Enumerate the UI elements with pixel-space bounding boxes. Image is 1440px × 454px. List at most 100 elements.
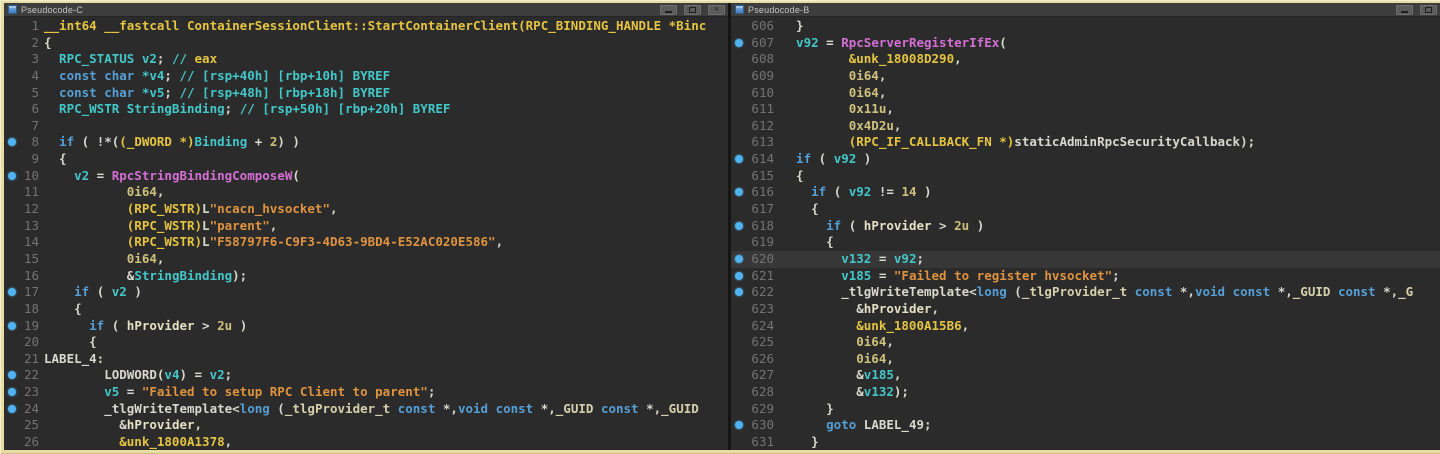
code-line[interactable]: 10 v2 = RpcStringBindingComposeW(	[4, 168, 728, 185]
breakpoint-dot[interactable]	[4, 284, 20, 301]
code-area[interactable]: 1__int64 __fastcall ContainerSessionClie…	[4, 17, 728, 450]
code-line[interactable]: 25 &hProvider,	[4, 417, 728, 434]
code-line[interactable]: 24 _tlgWriteTemplate<long (_tlgProvider_…	[4, 401, 728, 418]
code-line[interactable]: 20 {	[4, 334, 728, 351]
breakpoint-gutter[interactable]	[731, 101, 747, 118]
pane-title-bar[interactable]: Pseudocode-C	[4, 3, 728, 17]
breakpoint-gutter[interactable]	[4, 351, 20, 368]
code-line[interactable]: 628 &v132);	[731, 384, 1440, 401]
code-line[interactable]: 23 v5 = "Failed to setup RPC Client to p…	[4, 384, 728, 401]
code-line[interactable]: 608 &unk_18008D290,	[731, 51, 1440, 68]
breakpoint-gutter[interactable]	[731, 384, 747, 401]
breakpoint-dot[interactable]	[731, 268, 747, 285]
breakpoint-gutter[interactable]	[4, 417, 20, 434]
code-line[interactable]: 620 v132 = v92;	[731, 251, 1440, 268]
code-line[interactable]: 617 {	[731, 201, 1440, 218]
pane-title-bar[interactable]: Pseudocode-B	[731, 3, 1440, 17]
breakpoint-gutter[interactable]	[4, 434, 20, 450]
breakpoint-gutter[interactable]	[731, 118, 747, 135]
breakpoint-gutter[interactable]	[4, 85, 20, 102]
code-line[interactable]: 19 if ( hProvider > 2u )	[4, 318, 728, 335]
breakpoint-gutter[interactable]	[4, 234, 20, 251]
code-line[interactable]: 606 }	[731, 18, 1440, 35]
breakpoint-dot[interactable]	[4, 318, 20, 335]
code-line[interactable]: 626 0i64,	[731, 351, 1440, 368]
breakpoint-gutter[interactable]	[731, 134, 747, 151]
breakpoint-gutter[interactable]	[731, 18, 747, 35]
breakpoint-gutter[interactable]	[4, 18, 20, 35]
breakpoint-gutter[interactable]	[4, 68, 20, 85]
minimize-icon[interactable]	[660, 5, 677, 15]
code-line[interactable]: 612 0x4D2u,	[731, 118, 1440, 135]
code-line[interactable]: 12 (RPC_WSTR)L"ncacn_hvsocket",	[4, 201, 728, 218]
breakpoint-gutter[interactable]	[731, 301, 747, 318]
breakpoint-gutter[interactable]	[731, 51, 747, 68]
code-line[interactable]: 630 goto LABEL_49;	[731, 417, 1440, 434]
breakpoint-gutter[interactable]	[4, 218, 20, 235]
code-line[interactable]: 610 0i64,	[731, 85, 1440, 102]
breakpoint-dot[interactable]	[4, 168, 20, 185]
breakpoint-gutter[interactable]	[4, 201, 20, 218]
breakpoint-gutter[interactable]	[731, 318, 747, 335]
breakpoint-gutter[interactable]	[4, 251, 20, 268]
code-line[interactable]: 22 LODWORD(v4) = v2;	[4, 367, 728, 384]
code-line[interactable]: 619 {	[731, 234, 1440, 251]
code-line[interactable]: 609 0i64,	[731, 68, 1440, 85]
code-line[interactable]: 622 _tlgWriteTemplate<long (_tlgProvider…	[731, 284, 1440, 301]
code-line[interactable]: 6 RPC_WSTR StringBinding; // [rsp+50h] […	[4, 101, 728, 118]
code-line[interactable]: 624 &unk_1800A15B6,	[731, 318, 1440, 335]
code-area[interactable]: 606 }607 v92 = RpcServerRegisterIfEx(608…	[731, 17, 1440, 450]
breakpoint-gutter[interactable]	[4, 35, 20, 52]
code-line[interactable]: 3 RPC_STATUS v2; // eax	[4, 51, 728, 68]
breakpoint-dot[interactable]	[4, 384, 20, 401]
code-line[interactable]: 5 const char *v5; // [rsp+48h] [rbp+18h]…	[4, 85, 728, 102]
breakpoint-gutter[interactable]	[731, 68, 747, 85]
code-line[interactable]: 631 }	[731, 434, 1440, 450]
code-line[interactable]: 623 &hProvider,	[731, 301, 1440, 318]
breakpoint-gutter[interactable]	[4, 301, 20, 318]
code-line[interactable]: 615 {	[731, 168, 1440, 185]
breakpoint-gutter[interactable]	[731, 334, 747, 351]
code-line[interactable]: 611 0x11u,	[731, 101, 1440, 118]
minimize-icon[interactable]	[1396, 5, 1413, 15]
close-icon[interactable]	[708, 5, 725, 15]
code-line[interactable]: 627 &v185,	[731, 367, 1440, 384]
restore-icon[interactable]	[1420, 5, 1437, 15]
restore-icon[interactable]	[684, 5, 701, 15]
breakpoint-gutter[interactable]	[4, 118, 20, 135]
code-line[interactable]: 618 if ( hProvider > 2u )	[731, 218, 1440, 235]
code-line[interactable]: 1__int64 __fastcall ContainerSessionClie…	[4, 18, 728, 35]
code-line[interactable]: 13 (RPC_WSTR)L"parent",	[4, 218, 728, 235]
code-line[interactable]: 14 (RPC_WSTR)L"F58797F6-C9F3-4D63-9BD4-E…	[4, 234, 728, 251]
code-line[interactable]: 18 {	[4, 301, 728, 318]
breakpoint-gutter[interactable]	[4, 334, 20, 351]
breakpoint-gutter[interactable]	[731, 434, 747, 450]
code-line[interactable]: 621 v185 = "Failed to register hvsocket"…	[731, 268, 1440, 285]
code-line[interactable]: 8 if ( !*((_DWORD *)Binding + 2) )	[4, 134, 728, 151]
code-line[interactable]: 2{	[4, 35, 728, 52]
breakpoint-dot[interactable]	[4, 367, 20, 384]
breakpoint-gutter[interactable]	[731, 85, 747, 102]
code-line[interactable]: 26 &unk_1800A1378,	[4, 434, 728, 450]
breakpoint-dot[interactable]	[731, 35, 747, 52]
code-line[interactable]: 17 if ( v2 )	[4, 284, 728, 301]
breakpoint-dot[interactable]	[731, 151, 747, 168]
breakpoint-gutter[interactable]	[731, 201, 747, 218]
breakpoint-dot[interactable]	[731, 417, 747, 434]
code-line[interactable]: 15 0i64,	[4, 251, 728, 268]
breakpoint-gutter[interactable]	[731, 401, 747, 418]
breakpoint-dot[interactable]	[731, 251, 747, 268]
code-line[interactable]: 614 if ( v92 )	[731, 151, 1440, 168]
breakpoint-dot[interactable]	[731, 218, 747, 235]
breakpoint-dot[interactable]	[4, 401, 20, 418]
code-line[interactable]: 21LABEL_4:	[4, 351, 728, 368]
code-line[interactable]: 7	[4, 118, 728, 135]
code-line[interactable]: 613 (RPC_IF_CALLBACK_FN *)staticAdminRpc…	[731, 134, 1440, 151]
breakpoint-gutter[interactable]	[731, 234, 747, 251]
breakpoint-gutter[interactable]	[4, 151, 20, 168]
code-line[interactable]: 625 0i64,	[731, 334, 1440, 351]
breakpoint-gutter[interactable]	[4, 101, 20, 118]
code-line[interactable]: 616 if ( v92 != 14 )	[731, 184, 1440, 201]
breakpoint-gutter[interactable]	[4, 268, 20, 285]
code-line[interactable]: 9 {	[4, 151, 728, 168]
